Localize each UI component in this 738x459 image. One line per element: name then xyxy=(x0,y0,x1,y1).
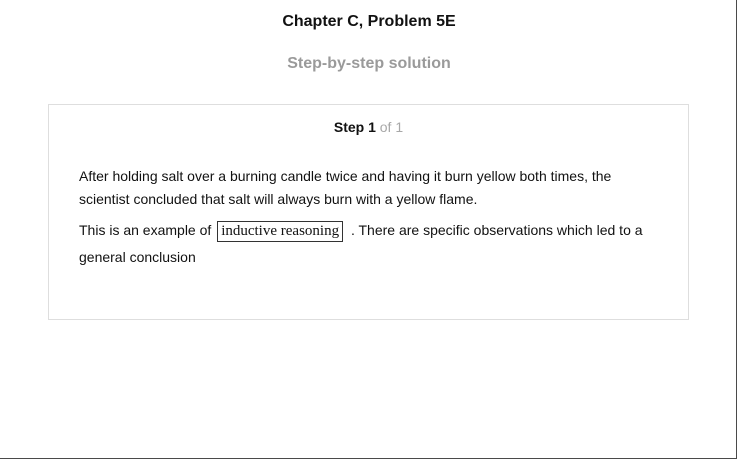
conclusion-lead-text: This is an example of xyxy=(79,222,212,238)
page-title: Chapter C, Problem 5E xyxy=(282,13,456,30)
step-paragraph-observation: After holding salt over a burning candle… xyxy=(79,168,612,207)
step-header: Step 1 of 1 xyxy=(49,118,688,136)
step-label: Step 1 xyxy=(333,119,376,135)
step-card: Step 1 of 1 After holding salt over a bu… xyxy=(48,104,689,320)
step-count: of 1 xyxy=(379,119,404,135)
solution-subtitle: Step-by-step solution xyxy=(287,55,451,72)
answer-box: inductive reasoning xyxy=(217,221,344,242)
step-paragraph-conclusion: This is an example of inductive reasonin… xyxy=(79,217,659,271)
